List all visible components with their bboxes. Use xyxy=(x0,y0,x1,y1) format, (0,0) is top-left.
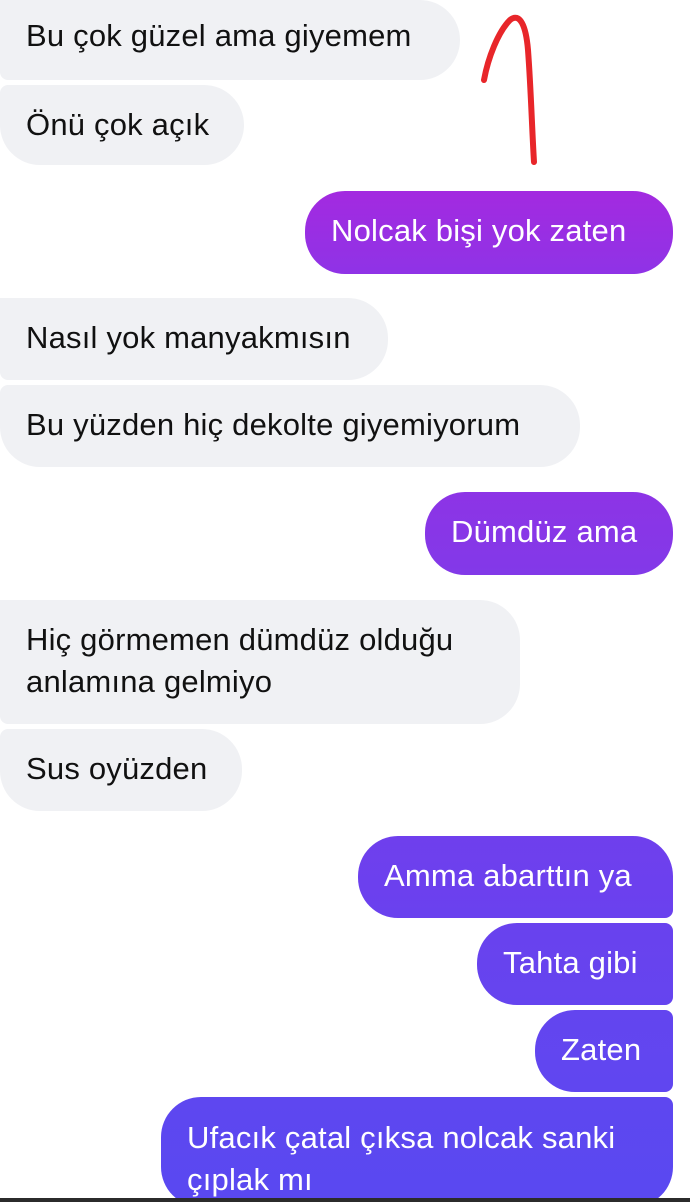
message-text: Bu çok güzel ama giyemem xyxy=(26,18,412,53)
message-bubble-incoming[interactable]: Bu yüzden hiç dekolte giyemiyorum xyxy=(0,385,580,467)
message-text: Sus oyüzden xyxy=(26,751,208,786)
bottom-divider xyxy=(0,1198,690,1202)
message-bubble-incoming[interactable]: Sus oyüzden xyxy=(0,729,242,811)
message-text: Zaten xyxy=(561,1032,642,1067)
chat-thread: Bu çok güzel ama giyemem Önü çok açık No… xyxy=(0,0,690,1202)
message-bubble-outgoing[interactable]: Tahta gibi xyxy=(477,923,673,1005)
message-bubble-incoming[interactable]: Hiç görmemen dümdüz olduğu anlamına gelm… xyxy=(0,600,520,724)
message-bubble-incoming[interactable]: Bu çok güzel ama giyemem xyxy=(0,0,460,80)
message-text: Nolcak bişi yok zaten xyxy=(331,213,627,248)
message-bubble-outgoing[interactable]: Nolcak bişi yok zaten xyxy=(305,191,673,274)
message-bubble-outgoing[interactable]: Zaten xyxy=(535,1010,673,1092)
message-text: Bu yüzden hiç dekolte giyemiyorum xyxy=(26,407,521,442)
message-text-line2: çıplak mı xyxy=(187,1162,313,1197)
message-bubble-outgoing[interactable]: Dümdüz ama xyxy=(425,492,673,575)
message-bubble-outgoing[interactable]: Ufacık çatal çıksa nolcak sanki çıplak m… xyxy=(161,1097,673,1202)
message-bubble-outgoing[interactable]: Amma abarttın ya xyxy=(358,836,673,918)
message-text: Önü çok açık xyxy=(26,107,210,142)
message-text-line2: anlamına gelmiyo xyxy=(26,664,273,699)
message-text: Dümdüz ama xyxy=(451,514,638,549)
red-arrow-annotation xyxy=(481,14,537,165)
message-text: Amma abarttın ya xyxy=(384,858,632,893)
message-text: Tahta gibi xyxy=(503,945,638,980)
message-bubble-incoming[interactable]: Önü çok açık xyxy=(0,85,244,165)
message-bubble-incoming[interactable]: Nasıl yok manyakmısın xyxy=(0,298,388,380)
message-text: Ufacık çatal çıksa nolcak sanki xyxy=(187,1120,616,1155)
message-text: Hiç görmemen dümdüz olduğu xyxy=(26,622,454,657)
message-text: Nasıl yok manyakmısın xyxy=(26,320,351,355)
